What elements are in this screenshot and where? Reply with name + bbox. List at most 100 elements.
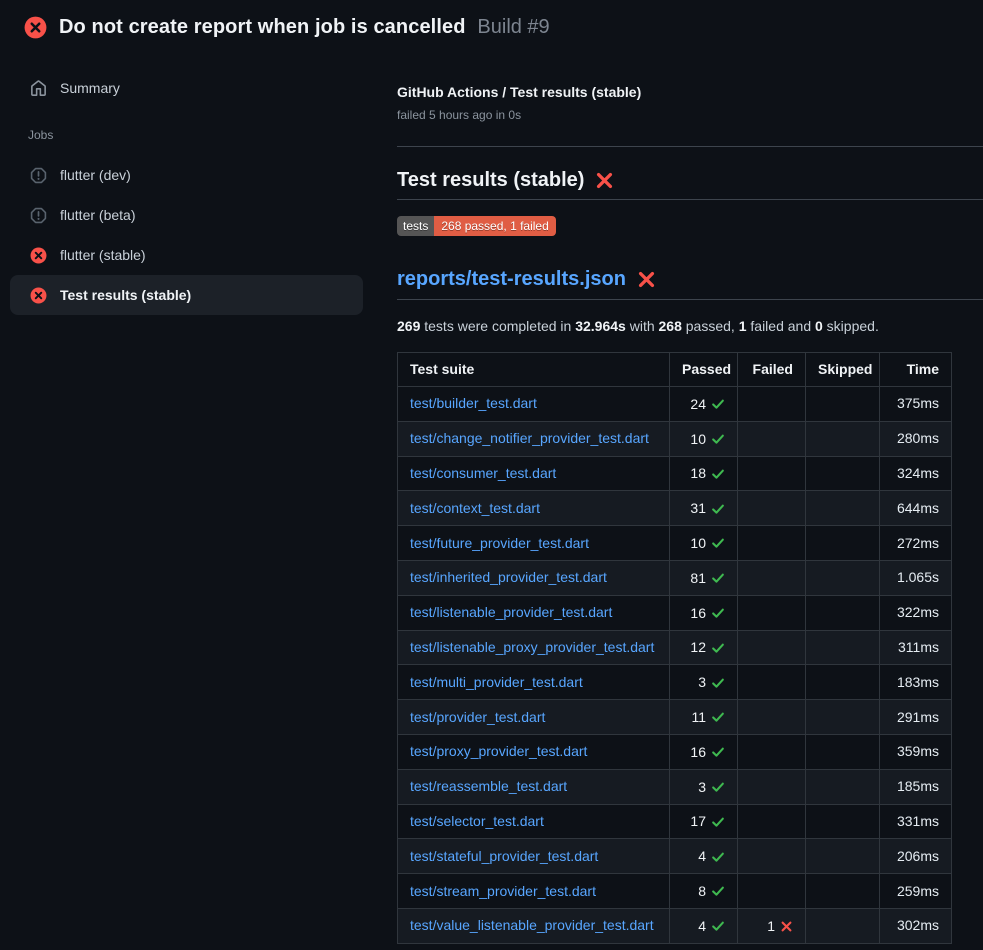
- failed-cell: [738, 491, 806, 526]
- passed-cell: 4: [670, 908, 738, 943]
- test-suite-link[interactable]: test/value_listenable_provider_test.dart: [410, 917, 654, 933]
- skipped-cell: [806, 839, 880, 874]
- summary-text: skipped.: [823, 318, 879, 334]
- summary-text: tests were completed in: [420, 318, 575, 334]
- test-suite-link[interactable]: test/change_notifier_provider_test.dart: [410, 430, 649, 446]
- report-heading: reports/test-results.json: [397, 264, 983, 300]
- skipped-cell: [806, 595, 880, 630]
- failure-status-icon: [24, 16, 47, 39]
- time-cell: 302ms: [880, 908, 952, 943]
- time-cell: 375ms: [880, 387, 952, 422]
- time-cell: 185ms: [880, 769, 952, 804]
- summary-text: passed,: [682, 318, 739, 334]
- test-suite-cell: test/reassemble_test.dart: [398, 769, 670, 804]
- passed-cell: 10: [670, 421, 738, 456]
- passed-cell: 8: [670, 874, 738, 909]
- skipped-cell: [806, 804, 880, 839]
- check-icon: [711, 780, 725, 794]
- skipped-cell: [806, 665, 880, 700]
- test-suite-link[interactable]: test/provider_test.dart: [410, 709, 545, 725]
- failed-cell: [738, 700, 806, 735]
- check-icon: [711, 815, 725, 829]
- test-suite-link[interactable]: test/reassemble_test.dart: [410, 778, 567, 794]
- check-icon: [711, 884, 725, 898]
- sidebar-item-summary[interactable]: Summary: [10, 68, 363, 108]
- skipped-cell: [806, 387, 880, 422]
- check-icon: [711, 745, 725, 759]
- report-file-link[interactable]: reports/test-results.json: [397, 264, 626, 294]
- test-suite-cell: test/stateful_provider_test.dart: [398, 839, 670, 874]
- badge-label: tests: [397, 216, 434, 236]
- table-row: test/value_listenable_provider_test.dart…: [398, 908, 952, 943]
- time-cell: 331ms: [880, 804, 952, 839]
- breadcrumb: GitHub Actions / Test results (stable): [397, 82, 983, 102]
- x-circle-icon: [30, 287, 47, 304]
- test-suite-link[interactable]: test/selector_test.dart: [410, 813, 544, 829]
- time-cell: 359ms: [880, 734, 952, 769]
- sidebar-job-item[interactable]: flutter (dev): [10, 155, 363, 195]
- passed-cell: 24: [670, 387, 738, 422]
- test-suite-link[interactable]: test/builder_test.dart: [410, 395, 537, 411]
- test-suite-link[interactable]: test/context_test.dart: [410, 500, 540, 516]
- failed-count: 1: [739, 318, 747, 334]
- passed-cell: 12: [670, 630, 738, 665]
- table-row: test/context_test.dart31644ms: [398, 491, 952, 526]
- test-suite-link[interactable]: test/stateful_provider_test.dart: [410, 848, 598, 864]
- table-row: test/listenable_provider_test.dart16322m…: [398, 595, 952, 630]
- time-cell: 291ms: [880, 700, 952, 735]
- sidebar-job-item[interactable]: Test results (stable): [10, 275, 363, 315]
- table-row: test/consumer_test.dart18324ms: [398, 456, 952, 491]
- test-suite-link[interactable]: test/consumer_test.dart: [410, 465, 556, 481]
- failed-cell: [738, 387, 806, 422]
- jobs-section-label: Jobs: [10, 128, 363, 142]
- failed-cell: [738, 804, 806, 839]
- sidebar-job-item[interactable]: flutter (beta): [10, 195, 363, 235]
- check-icon: [711, 710, 725, 724]
- test-suite-cell: test/builder_test.dart: [398, 387, 670, 422]
- check-run-title-text: Test results (stable): [397, 165, 584, 195]
- test-suite-link[interactable]: test/future_provider_test.dart: [410, 535, 589, 551]
- table-row: test/change_notifier_provider_test.dart 1…: [398, 421, 952, 456]
- job-label: Test results (stable): [60, 287, 191, 303]
- passed-cell: 16: [670, 734, 738, 769]
- jobs-list: flutter (dev) flutter (beta)flutter (stab…: [10, 155, 363, 315]
- failed-cell: [738, 630, 806, 665]
- main-content: GitHub Actions / Test results (stable) f…: [381, 51, 983, 944]
- skipped-cell: [806, 700, 880, 735]
- failed-cell: [738, 421, 806, 456]
- duration: 32.964s: [575, 318, 626, 334]
- build-number: Build #9: [477, 16, 549, 38]
- failed-cell: [738, 665, 806, 700]
- skipped-cell: [806, 456, 880, 491]
- passed-cell: 3: [670, 665, 738, 700]
- test-suite-link[interactable]: test/inherited_provider_test.dart: [410, 569, 607, 585]
- check-icon: [711, 606, 725, 620]
- failed-cell: [738, 874, 806, 909]
- test-suite-cell: test/provider_test.dart: [398, 700, 670, 735]
- test-suite-cell: test/selector_test.dart: [398, 804, 670, 839]
- check-icon: [711, 676, 725, 690]
- test-suite-link[interactable]: test/listenable_proxy_provider_test.dart: [410, 639, 654, 655]
- table-row: test/future_provider_test.dart10272ms: [398, 526, 952, 561]
- page-title: Do not create report when job is cancell…: [59, 16, 466, 38]
- job-label: flutter (dev): [60, 167, 131, 183]
- failed-cell: [738, 526, 806, 561]
- table-row: test/selector_test.dart 17 331ms: [398, 804, 952, 839]
- sidebar-job-item[interactable]: flutter (stable): [10, 235, 363, 275]
- test-suite-cell: test/inherited_provider_test.dart: [398, 560, 670, 595]
- cancelled-stop-icon: [30, 207, 47, 224]
- passed-cell: 11: [670, 700, 738, 735]
- test-suite-link[interactable]: test/stream_provider_test.dart: [410, 883, 596, 899]
- test-suite-link[interactable]: test/proxy_provider_test.dart: [410, 743, 587, 759]
- failed-x-icon: [595, 171, 614, 190]
- skipped-cell: [806, 526, 880, 561]
- test-suite-link[interactable]: test/multi_provider_test.dart: [410, 674, 583, 690]
- home-icon: [30, 80, 47, 97]
- passed-cell: 17: [670, 804, 738, 839]
- time-cell: 324ms: [880, 456, 952, 491]
- test-suite-cell: test/proxy_provider_test.dart: [398, 734, 670, 769]
- passed-count: 268: [659, 318, 682, 334]
- col-header-test-suite: Test suite: [398, 353, 670, 387]
- table-row: test/reassemble_test.dart3185ms: [398, 769, 952, 804]
- test-suite-link[interactable]: test/listenable_provider_test.dart: [410, 604, 612, 620]
